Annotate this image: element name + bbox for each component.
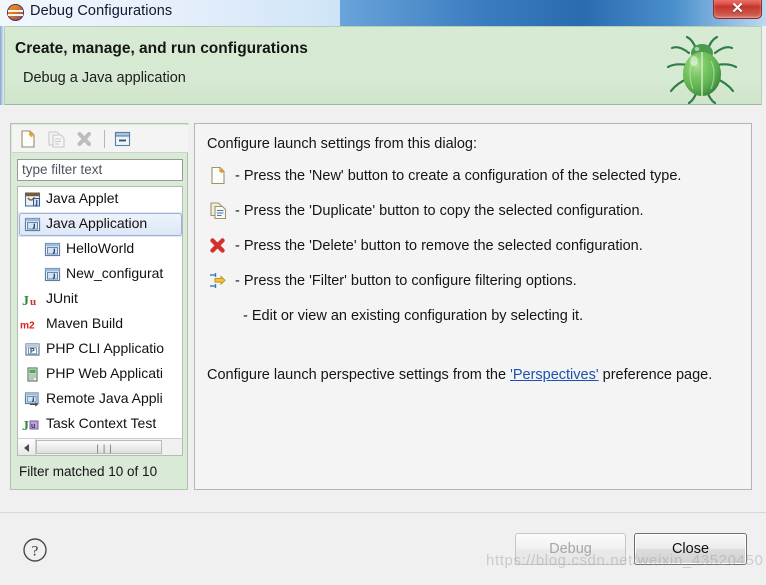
tree-item-php-cli-application[interactable]: P PHP CLI Applicatio: [18, 337, 182, 362]
maven-m2-icon: m2: [20, 321, 35, 332]
duplicate-icon: [210, 202, 227, 220]
close-icon: ✕: [731, 0, 744, 17]
instructions-pane: Configure launch settings from this dial…: [194, 123, 752, 490]
scrollbar-thumb[interactable]: |||: [36, 440, 162, 454]
tree-item-label: HelloWorld: [66, 240, 135, 256]
bullet-text-delete: - Press the 'Delete' button to remove th…: [235, 238, 643, 254]
tree-item-label: Java Applet: [46, 190, 119, 206]
svg-text:?: ?: [32, 544, 39, 560]
tree-item-label: PHP CLI Applicatio: [46, 340, 165, 356]
configuration-toolbar: [12, 125, 188, 153]
dialog-body: type filter text Java Applet Java Applic…: [0, 105, 766, 512]
duplicate-icon: [48, 131, 65, 148]
tree-horizontal-scrollbar[interactable]: |||: [17, 438, 183, 456]
remote-java-icon: [24, 392, 39, 407]
window-close-button[interactable]: ✕: [713, 0, 762, 19]
tree-item-new-configuration[interactable]: New_configurat: [18, 262, 182, 287]
tree-item-maven-build[interactable]: m2 Maven Build: [18, 312, 182, 337]
java-launch-icon: [44, 242, 61, 257]
filter-input[interactable]: type filter text: [17, 159, 183, 181]
svg-text:m2: m2: [20, 321, 35, 332]
debug-button[interactable]: Debug: [515, 533, 626, 565]
tree-item-label: Remote Java Appli: [46, 390, 163, 406]
scroll-left-arrow-icon[interactable]: [18, 439, 36, 455]
bullet-text-new: - Press the 'New' button to create a con…: [235, 168, 682, 184]
filter-status-label: Filter matched 10 of 10: [19, 464, 158, 479]
scrollbar-grip-icon: |||: [95, 444, 115, 454]
delete-configuration-button[interactable]: [74, 129, 95, 149]
perspectives-paragraph: Configure launch perspective settings fr…: [207, 364, 737, 386]
close-dialog-button[interactable]: Close: [634, 533, 747, 565]
tree-item-label: New_configurat: [66, 265, 164, 281]
new-document-icon: [211, 166, 225, 185]
instructions-intro: Configure launch settings from this dial…: [207, 136, 478, 152]
tree-item-label: Java Application: [46, 215, 148, 231]
bullet-text-filter: - Press the 'Filter' button to configure…: [235, 273, 577, 289]
filter-icon: [210, 273, 226, 288]
dialog-footer: ? Debug Close: [0, 512, 766, 585]
window-title: Debug Configurations: [30, 3, 173, 19]
task-context-icon: J u: [22, 419, 39, 433]
php-web-icon: [27, 367, 38, 382]
window-titlebar: Debug Configurations ✕: [0, 0, 766, 26]
eclipse-icon: [7, 4, 24, 21]
perspectives-prefix: Configure launch perspective settings fr…: [207, 367, 511, 383]
debug-configurations-dialog: Debug Configurations ✕ Create, manage, a…: [0, 0, 766, 585]
dialog-header: Create, manage, and run configurations D…: [4, 26, 762, 105]
java-applet-icon: [24, 192, 41, 207]
configuration-tree[interactable]: Java Applet Java Application HelloWorld …: [17, 186, 183, 438]
new-configuration-button[interactable]: [18, 129, 39, 149]
tree-item-junit[interactable]: J u JUnit: [18, 287, 182, 312]
java-launch-icon: [44, 267, 61, 282]
delete-x-icon: [210, 238, 225, 253]
collapse-all-icon: [114, 131, 131, 147]
collapse-all-button[interactable]: [112, 129, 133, 149]
tree-item-label: JUnit: [46, 290, 78, 306]
perspectives-link[interactable]: 'Perspectives': [510, 367, 599, 383]
tree-item-java-application[interactable]: Java Application: [18, 212, 182, 237]
tree-item-label: Task Context Test: [46, 415, 157, 431]
java-application-icon: [24, 217, 41, 232]
tree-item-label: PHP Web Applicati: [46, 365, 163, 381]
svg-text:J: J: [22, 419, 29, 433]
toolbar-separator: [104, 130, 105, 148]
help-question-icon[interactable]: ?: [22, 537, 48, 563]
tree-item-task-context-test[interactable]: J u Task Context Test: [18, 412, 182, 437]
green-bug-icon: [666, 35, 738, 104]
bullet-text-duplicate: - Press the 'Duplicate' button to copy t…: [235, 203, 644, 219]
svg-text:u: u: [30, 296, 36, 308]
tree-item-label: Maven Build: [46, 315, 124, 331]
svg-text:u: u: [31, 423, 35, 430]
bullet-text-edit: - Edit or view an existing configuration…: [243, 308, 584, 324]
perspectives-suffix: preference page.: [598, 367, 713, 383]
tree-item-remote-java-application[interactable]: Remote Java Appli: [18, 387, 182, 412]
tree-item-helloworld[interactable]: HelloWorld: [18, 237, 182, 262]
new-document-icon: [21, 130, 35, 148]
page-title: Create, manage, and run configurations: [15, 40, 308, 57]
php-cli-icon: P: [25, 343, 40, 356]
delete-x-icon: [77, 132, 91, 146]
svg-text:P: P: [30, 348, 35, 355]
tree-item-php-web-application[interactable]: PHP Web Applicati: [18, 362, 182, 387]
svg-text:J: J: [22, 294, 29, 308]
junit-icon: J u: [22, 294, 36, 308]
tree-item-java-applet[interactable]: Java Applet: [18, 187, 182, 212]
configuration-types-pane: type filter text Java Applet Java Applic…: [10, 123, 188, 490]
filter-placeholder: type filter text: [22, 162, 103, 177]
page-subtitle: Debug a Java application: [23, 70, 186, 86]
duplicate-configuration-button[interactable]: [46, 129, 67, 149]
